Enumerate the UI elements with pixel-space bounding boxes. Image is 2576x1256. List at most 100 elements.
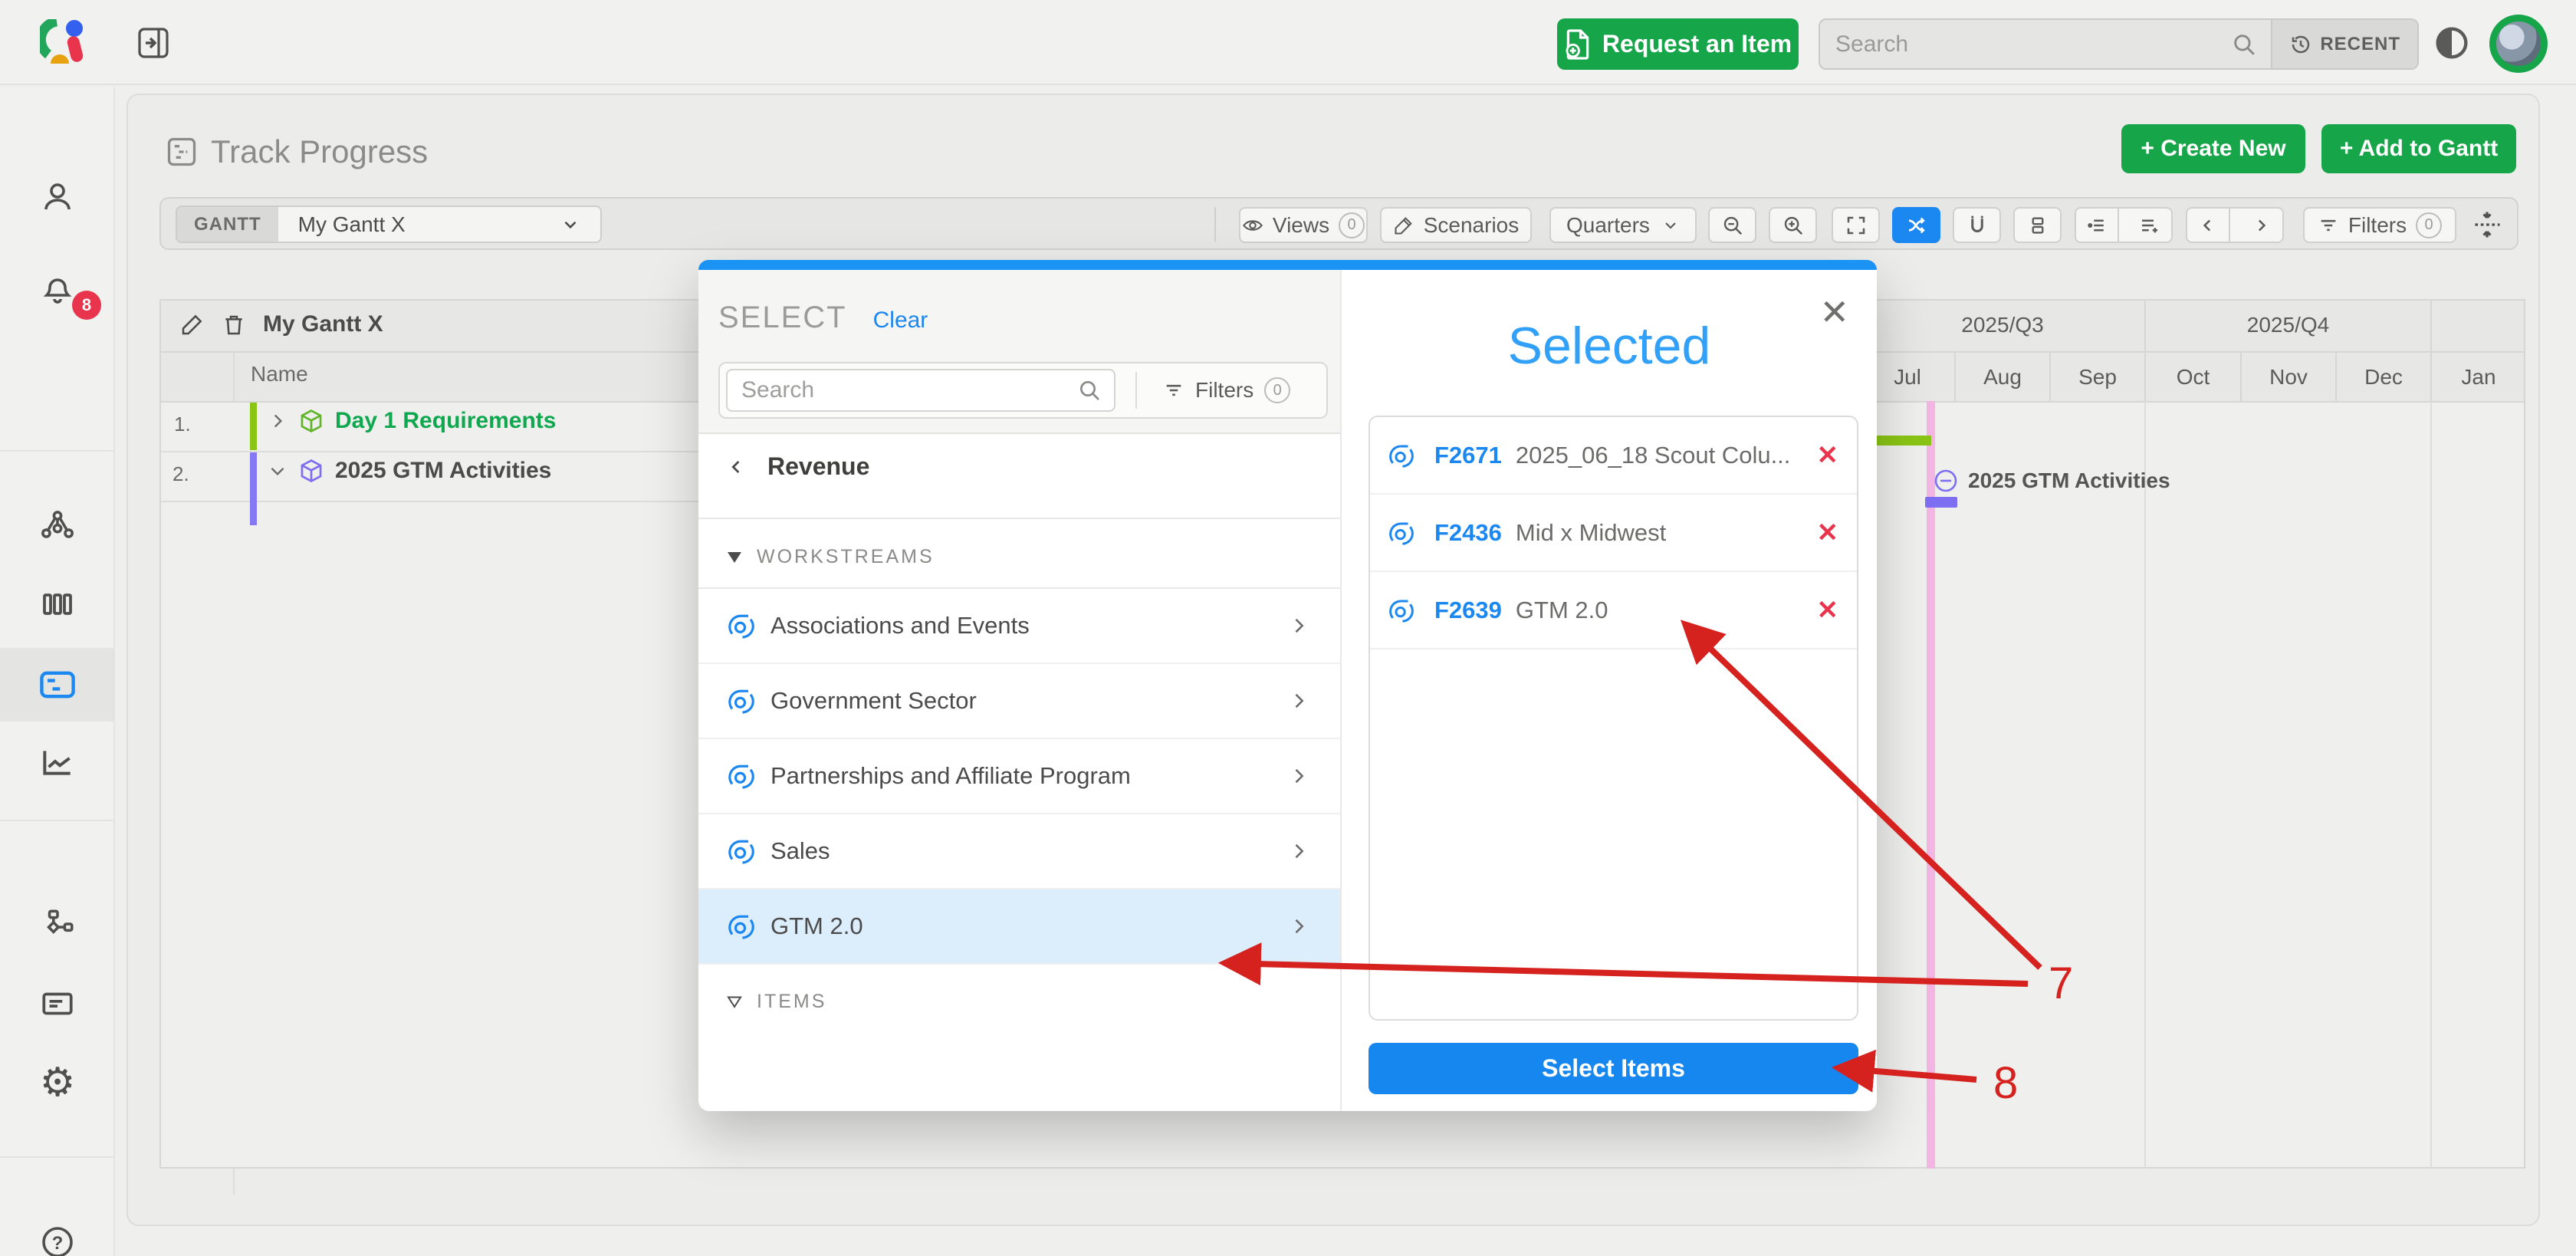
search-icon[interactable] — [1077, 378, 1102, 403]
pan-left-button[interactable] — [2187, 209, 2230, 242]
user-avatar[interactable] — [2489, 15, 2548, 73]
gantt-milestone-bar[interactable] — [1925, 497, 1957, 508]
picker-search-input[interactable] — [728, 377, 1077, 403]
sidebar-item-notifications[interactable]: 8 — [0, 251, 115, 324]
modal-picker-panel: SELECT Clear Filters — [698, 270, 1340, 1111]
sidebar-item-columns[interactable] — [0, 567, 115, 641]
sidebar-item-workflow[interactable] — [0, 888, 115, 962]
gantt-name-dropdown[interactable]: My Gantt X — [278, 207, 600, 242]
month-header: Nov — [2240, 351, 2335, 401]
month-header: Jan — [2430, 351, 2525, 401]
request-an-item-button[interactable]: Request an Item — [1557, 18, 1799, 70]
expand-panel-icon[interactable] — [135, 25, 172, 61]
fullscreen-button[interactable] — [1832, 207, 1880, 243]
workstream-row-government[interactable]: Government Sector — [698, 664, 1340, 739]
add-to-gantt-button[interactable]: + Add to Gantt — [2321, 124, 2516, 173]
picker-header-zone: SELECT Clear Filters — [698, 270, 1340, 434]
select-items-button[interactable]: Select Items — [1368, 1043, 1858, 1094]
list-add-button[interactable] — [2128, 209, 2171, 242]
stack-rows-button[interactable] — [2013, 207, 2062, 243]
scenarios-button[interactable]: Scenarios — [1380, 207, 1532, 243]
workstream-row-associations[interactable]: Associations and Events — [698, 589, 1340, 664]
global-search-input[interactable] — [1820, 20, 2231, 68]
page-header: Track Progress — [165, 133, 428, 170]
breadcrumb-back[interactable]: Revenue — [726, 452, 869, 481]
remove-item-icon[interactable]: ✕ — [1817, 440, 1839, 471]
expand-chevron-icon[interactable] — [268, 411, 288, 431]
magnet-button[interactable] — [1953, 207, 2001, 243]
remove-item-icon[interactable]: ✕ — [1817, 595, 1839, 626]
workstreams-section-header[interactable]: WORKSTREAMS — [726, 546, 935, 568]
workflow-icon — [38, 906, 77, 944]
sidebar-item-notes[interactable] — [0, 967, 115, 1041]
logo-yellow-dome — [51, 54, 69, 64]
clear-link[interactable]: Clear — [873, 307, 928, 334]
trash-icon[interactable] — [222, 312, 246, 337]
zoom-level-select[interactable]: Quarters — [1549, 207, 1697, 243]
edit-pencil-icon[interactable] — [180, 312, 205, 337]
items-section-header[interactable]: ITEMS — [726, 991, 826, 1013]
cube-icon-purple — [298, 458, 324, 484]
workstream-row-gtm-selected[interactable]: GTM 2.0 — [698, 889, 1340, 965]
selected-item-f2671[interactable]: F2671 2025_06_18 Scout Colu... ✕ — [1370, 417, 1857, 495]
sidebar-item-settings[interactable]: ⚙ — [0, 1046, 115, 1120]
sidebar-item-gantt-active[interactable] — [0, 648, 115, 722]
pan-right-button[interactable] — [2239, 209, 2282, 242]
gantt-title: My Gantt X — [263, 311, 383, 337]
sidebar-divider — [0, 820, 115, 821]
collapse-group-icon[interactable] — [1930, 465, 1962, 497]
row-height-toggle[interactable] — [2470, 208, 2504, 242]
collapse-chevron-icon[interactable] — [268, 461, 288, 481]
row1-color-bar — [250, 403, 257, 450]
gear-icon: ⚙ — [40, 1063, 76, 1103]
select-items-modal: SELECT Clear Filters — [698, 260, 1877, 1111]
row-label: Day 1 Requirements — [335, 408, 556, 434]
workstream-label: Associations and Events — [770, 612, 1030, 640]
notification-badge: 8 — [72, 291, 101, 320]
zoom-in-button[interactable] — [1769, 207, 1817, 243]
table-row-gtm[interactable]: 2025 GTM Activities — [268, 458, 551, 484]
selected-item-f2436[interactable]: F2436 Mid x Midwest ✕ — [1370, 495, 1857, 572]
workstream-row-partnerships[interactable]: Partnerships and Affiliate Program — [698, 739, 1340, 814]
month-header: Oct — [2144, 351, 2240, 401]
zoom-out-button[interactable] — [1708, 207, 1756, 243]
clock-icon — [2289, 33, 2312, 56]
recent-button[interactable]: RECENT — [2271, 20, 2417, 68]
list-detail-button[interactable] — [2076, 209, 2119, 242]
dependencies-toggle-active[interactable] — [1892, 207, 1940, 243]
app-window: Request an Item RECENT — [0, 0, 2576, 1256]
sidebar-item-charts[interactable] — [0, 725, 115, 799]
sidebar-item-help[interactable]: ? — [0, 1205, 115, 1256]
filters-button[interactable]: Filters 0 — [2303, 207, 2456, 243]
gantt-name: My Gantt X — [298, 212, 406, 237]
table-row-day1[interactable]: Day 1 Requirements — [268, 408, 556, 434]
items-header-label: ITEMS — [757, 991, 826, 1013]
filter-funnel-icon — [2318, 215, 2339, 236]
sidebar-item-profile[interactable] — [0, 160, 115, 234]
picker-filters-label: Filters — [1195, 378, 1254, 403]
views-button[interactable]: Views 0 — [1239, 207, 1368, 243]
picker-filters-button[interactable]: Filters 0 — [1163, 377, 1290, 403]
chevron-right-icon — [2251, 215, 2271, 235]
workstream-row-sales[interactable]: Sales — [698, 814, 1340, 889]
gantt-page-icon — [165, 135, 199, 169]
logo-blue-dot — [66, 20, 83, 37]
filterbar-divider — [1135, 372, 1137, 409]
remove-item-icon[interactable]: ✕ — [1817, 518, 1839, 548]
theme-contrast-toggle[interactable] — [2435, 26, 2469, 60]
chevron-right-icon — [1288, 690, 1309, 712]
sidebar-item-hierarchy[interactable] — [0, 488, 115, 562]
selected-item-name: Mid x Midwest — [1516, 519, 1666, 547]
views-label: Views — [1273, 213, 1329, 238]
gantt-milestone-label: 2025 GTM Activities — [1968, 469, 2170, 493]
selected-item-f2639[interactable]: F2639 GTM 2.0 ✕ — [1370, 572, 1857, 649]
left-sidebar: 8 — [0, 87, 115, 1256]
quarter-header-q4: 2025/Q4 — [2144, 299, 2430, 351]
sidebar-divider — [0, 1156, 115, 1158]
create-new-button[interactable]: + Create New — [2121, 124, 2305, 173]
search-icon[interactable] — [2231, 20, 2271, 68]
request-an-item-label: Request an Item — [1602, 30, 1792, 58]
zoom-level-value: Quarters — [1566, 213, 1650, 238]
breadcrumb-label: Revenue — [767, 452, 869, 481]
chevron-right-icon — [1288, 615, 1309, 636]
